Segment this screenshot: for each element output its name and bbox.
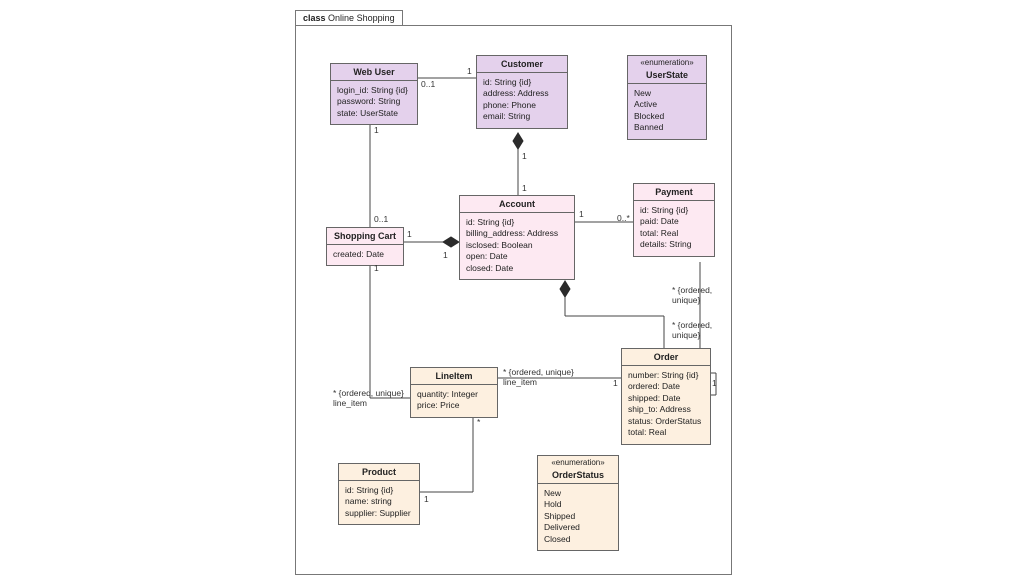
attr: isclosed: Boolean xyxy=(466,240,568,251)
mult-label: 1 xyxy=(579,209,584,219)
literal: Blocked xyxy=(634,111,700,122)
mult-label: 0..1 xyxy=(421,79,435,89)
attr: supplier: Supplier xyxy=(345,508,413,519)
attr: paid: Date xyxy=(640,216,708,227)
class-payment: Payment id: String {id} paid: Date total… xyxy=(633,183,715,257)
class-shopping-cart: Shopping Cart created: Date xyxy=(326,227,404,266)
mult-label: 1 xyxy=(467,66,472,76)
class-title: LineItem xyxy=(411,368,497,385)
stereotype: «enumeration» xyxy=(628,56,706,67)
enum-order-status: «enumeration» OrderStatus New Hold Shipp… xyxy=(537,455,619,551)
class-title: Account xyxy=(460,196,574,213)
literal: New xyxy=(634,88,700,99)
class-title: Payment xyxy=(634,184,714,201)
attr: phone: Phone xyxy=(483,100,561,111)
attr: id: String {id} xyxy=(483,77,561,88)
mult-label: 1 xyxy=(424,494,429,504)
attr: billing_address: Address xyxy=(466,228,568,239)
class-title: Customer xyxy=(477,56,567,73)
mult-label: * xyxy=(477,417,480,427)
class-attrs: created: Date xyxy=(327,245,403,265)
class-attrs: id: String {id} billing_address: Address… xyxy=(460,213,574,279)
attr: address: Address xyxy=(483,88,561,99)
attr: total: Real xyxy=(640,228,708,239)
attr: price: Price xyxy=(417,400,491,411)
class-title: Product xyxy=(339,464,419,481)
class-attrs: id: String {id} address: Address phone: … xyxy=(477,73,567,128)
attr: status: OrderStatus xyxy=(628,416,704,427)
class-product: Product id: String {id} name: string sup… xyxy=(338,463,420,525)
attr: shipped: Date xyxy=(628,393,704,404)
role-text: line_item xyxy=(503,377,537,387)
attr: name: string xyxy=(345,496,413,507)
mult-label: 1 xyxy=(374,263,379,273)
role-text: * {ordered, unique} xyxy=(333,388,404,398)
mult-label: 0..1 xyxy=(374,214,388,224)
mult-label: 1 xyxy=(407,229,412,239)
attr: id: String {id} xyxy=(345,485,413,496)
class-title: UserState xyxy=(628,67,706,84)
stereotype: «enumeration» xyxy=(538,456,618,467)
attr: closed: Date xyxy=(466,263,568,274)
literal: Shipped xyxy=(544,511,612,522)
class-title: Shopping Cart xyxy=(327,228,403,245)
attr: password: String xyxy=(337,96,411,107)
attr: created: Date xyxy=(333,249,397,260)
role-label: * {ordered, unique} xyxy=(672,285,712,305)
class-title: OrderStatus xyxy=(538,467,618,484)
mult-label: 1 xyxy=(522,151,527,161)
attr: state: UserState xyxy=(337,108,411,119)
class-customer: Customer id: String {id} address: Addres… xyxy=(476,55,568,129)
attr: ship_to: Address xyxy=(628,404,704,415)
attr: quantity: Integer xyxy=(417,389,491,400)
role-label: * {ordered, unique} xyxy=(672,320,712,340)
role-label: * {ordered, unique} line_item xyxy=(333,388,404,408)
role-text: * {ordered, unique} xyxy=(503,367,574,377)
diagram-stage: class Online Shopping xyxy=(0,0,1024,576)
class-line-item: LineItem quantity: Integer price: Price xyxy=(410,367,498,418)
class-attrs: id: String {id} name: string supplier: S… xyxy=(339,481,419,524)
literal: Delivered xyxy=(544,522,612,533)
enum-user-state: «enumeration» UserState New Active Block… xyxy=(627,55,707,140)
mult-label: 1 xyxy=(522,183,527,193)
mult-label: 1 xyxy=(613,378,618,388)
class-order: Order number: String {id} ordered: Date … xyxy=(621,348,711,445)
enum-literals: New Hold Shipped Delivered Closed xyxy=(538,484,618,550)
role-text: line_item xyxy=(333,398,367,408)
class-web-user: Web User login_id: String {id} password:… xyxy=(330,63,418,125)
literal: Hold xyxy=(544,499,612,510)
attr: login_id: String {id} xyxy=(337,85,411,96)
literal: Banned xyxy=(634,122,700,133)
mult-label: 1 xyxy=(374,125,379,135)
attr: number: String {id} xyxy=(628,370,704,381)
literal: New xyxy=(544,488,612,499)
class-attrs: number: String {id} ordered: Date shippe… xyxy=(622,366,710,444)
attr: total: Real xyxy=(628,427,704,438)
class-attrs: id: String {id} paid: Date total: Real d… xyxy=(634,201,714,256)
attr: id: String {id} xyxy=(466,217,568,228)
literal: Closed xyxy=(544,534,612,545)
attr: ordered: Date xyxy=(628,381,704,392)
attr: email: String xyxy=(483,111,561,122)
class-attrs: login_id: String {id} password: String s… xyxy=(331,81,417,124)
literal: Active xyxy=(634,99,700,110)
attr: details: String xyxy=(640,239,708,250)
mult-label: 1 xyxy=(443,250,448,260)
class-account: Account id: String {id} billing_address:… xyxy=(459,195,575,280)
enum-literals: New Active Blocked Banned xyxy=(628,84,706,139)
mult-label: 1 xyxy=(712,378,717,388)
attr: id: String {id} xyxy=(640,205,708,216)
mult-label: 0..* xyxy=(617,213,630,223)
role-label: * {ordered, unique} line_item xyxy=(503,367,574,387)
class-attrs: quantity: Integer price: Price xyxy=(411,385,497,417)
attr: open: Date xyxy=(466,251,568,262)
class-title: Order xyxy=(622,349,710,366)
class-title: Web User xyxy=(331,64,417,81)
